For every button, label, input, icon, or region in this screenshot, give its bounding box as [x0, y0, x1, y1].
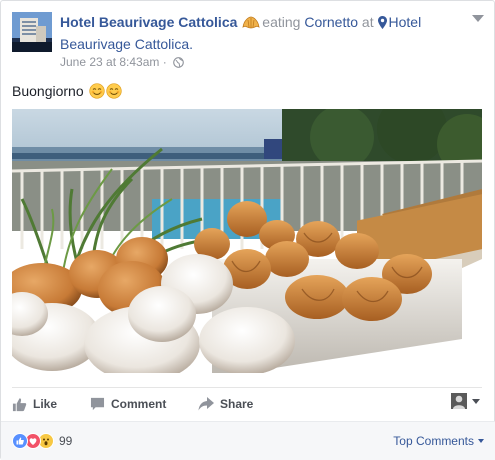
post-message: Buongiorno [12, 81, 122, 104]
page-name-link[interactable]: Hotel Beaurivage Cattolica [60, 14, 237, 30]
comment-label: Comment [111, 397, 167, 411]
post-timestamp[interactable]: June 23 at 8:43am [60, 55, 159, 69]
post-header: Hotel Beaurivage Cattolica eating Cornet… [12, 12, 464, 72]
activity-object-link[interactable]: Cornetto [304, 14, 358, 30]
share-button[interactable]: Share [198, 394, 253, 414]
comment-bubble-icon [90, 397, 105, 411]
croissant-icon [242, 16, 260, 35]
caret-down-icon [478, 439, 484, 443]
globe-icon[interactable] [173, 56, 184, 72]
top-comments-label: Top Comments [393, 434, 474, 448]
post-footer: 99 Top Comments [1, 421, 495, 460]
post-actions-bar: Like Comment Share [12, 387, 482, 419]
post-card: Hotel Beaurivage Cattolica eating Cornet… [0, 0, 495, 460]
reactions-summary[interactable]: 99 [12, 433, 72, 449]
activity-verb: eating [262, 14, 301, 30]
at-word: at [361, 14, 374, 30]
post-meta: June 23 at 8:43am · [60, 54, 184, 72]
thumbs-up-icon [12, 397, 27, 411]
post-options-chevron-icon[interactable] [472, 15, 484, 22]
post-as-selector[interactable] [451, 393, 480, 409]
like-label: Like [33, 397, 58, 411]
comment-button[interactable]: Comment [90, 394, 166, 414]
post-message-text: Buongiorno [12, 83, 84, 99]
top-comments-dropdown[interactable]: Top Comments [393, 434, 484, 448]
chevron-down-icon [472, 398, 480, 404]
map-pin-icon [377, 15, 387, 34]
meta-separator: · [162, 55, 167, 69]
like-button[interactable]: Like [12, 394, 57, 414]
page-avatar[interactable] [12, 12, 52, 52]
share-arrow-icon [198, 397, 214, 411]
post-headline: Hotel Beaurivage Cattolica eating Cornet… [60, 13, 460, 54]
viewer-avatar [451, 393, 467, 409]
reaction-count: 99 [59, 434, 73, 448]
smiling-face-emoji-icon [88, 83, 105, 104]
like-reaction-icon [12, 433, 28, 449]
smiling-face-emoji-icon [105, 83, 122, 104]
post-photo[interactable] [12, 109, 482, 373]
share-label: Share [220, 397, 254, 411]
